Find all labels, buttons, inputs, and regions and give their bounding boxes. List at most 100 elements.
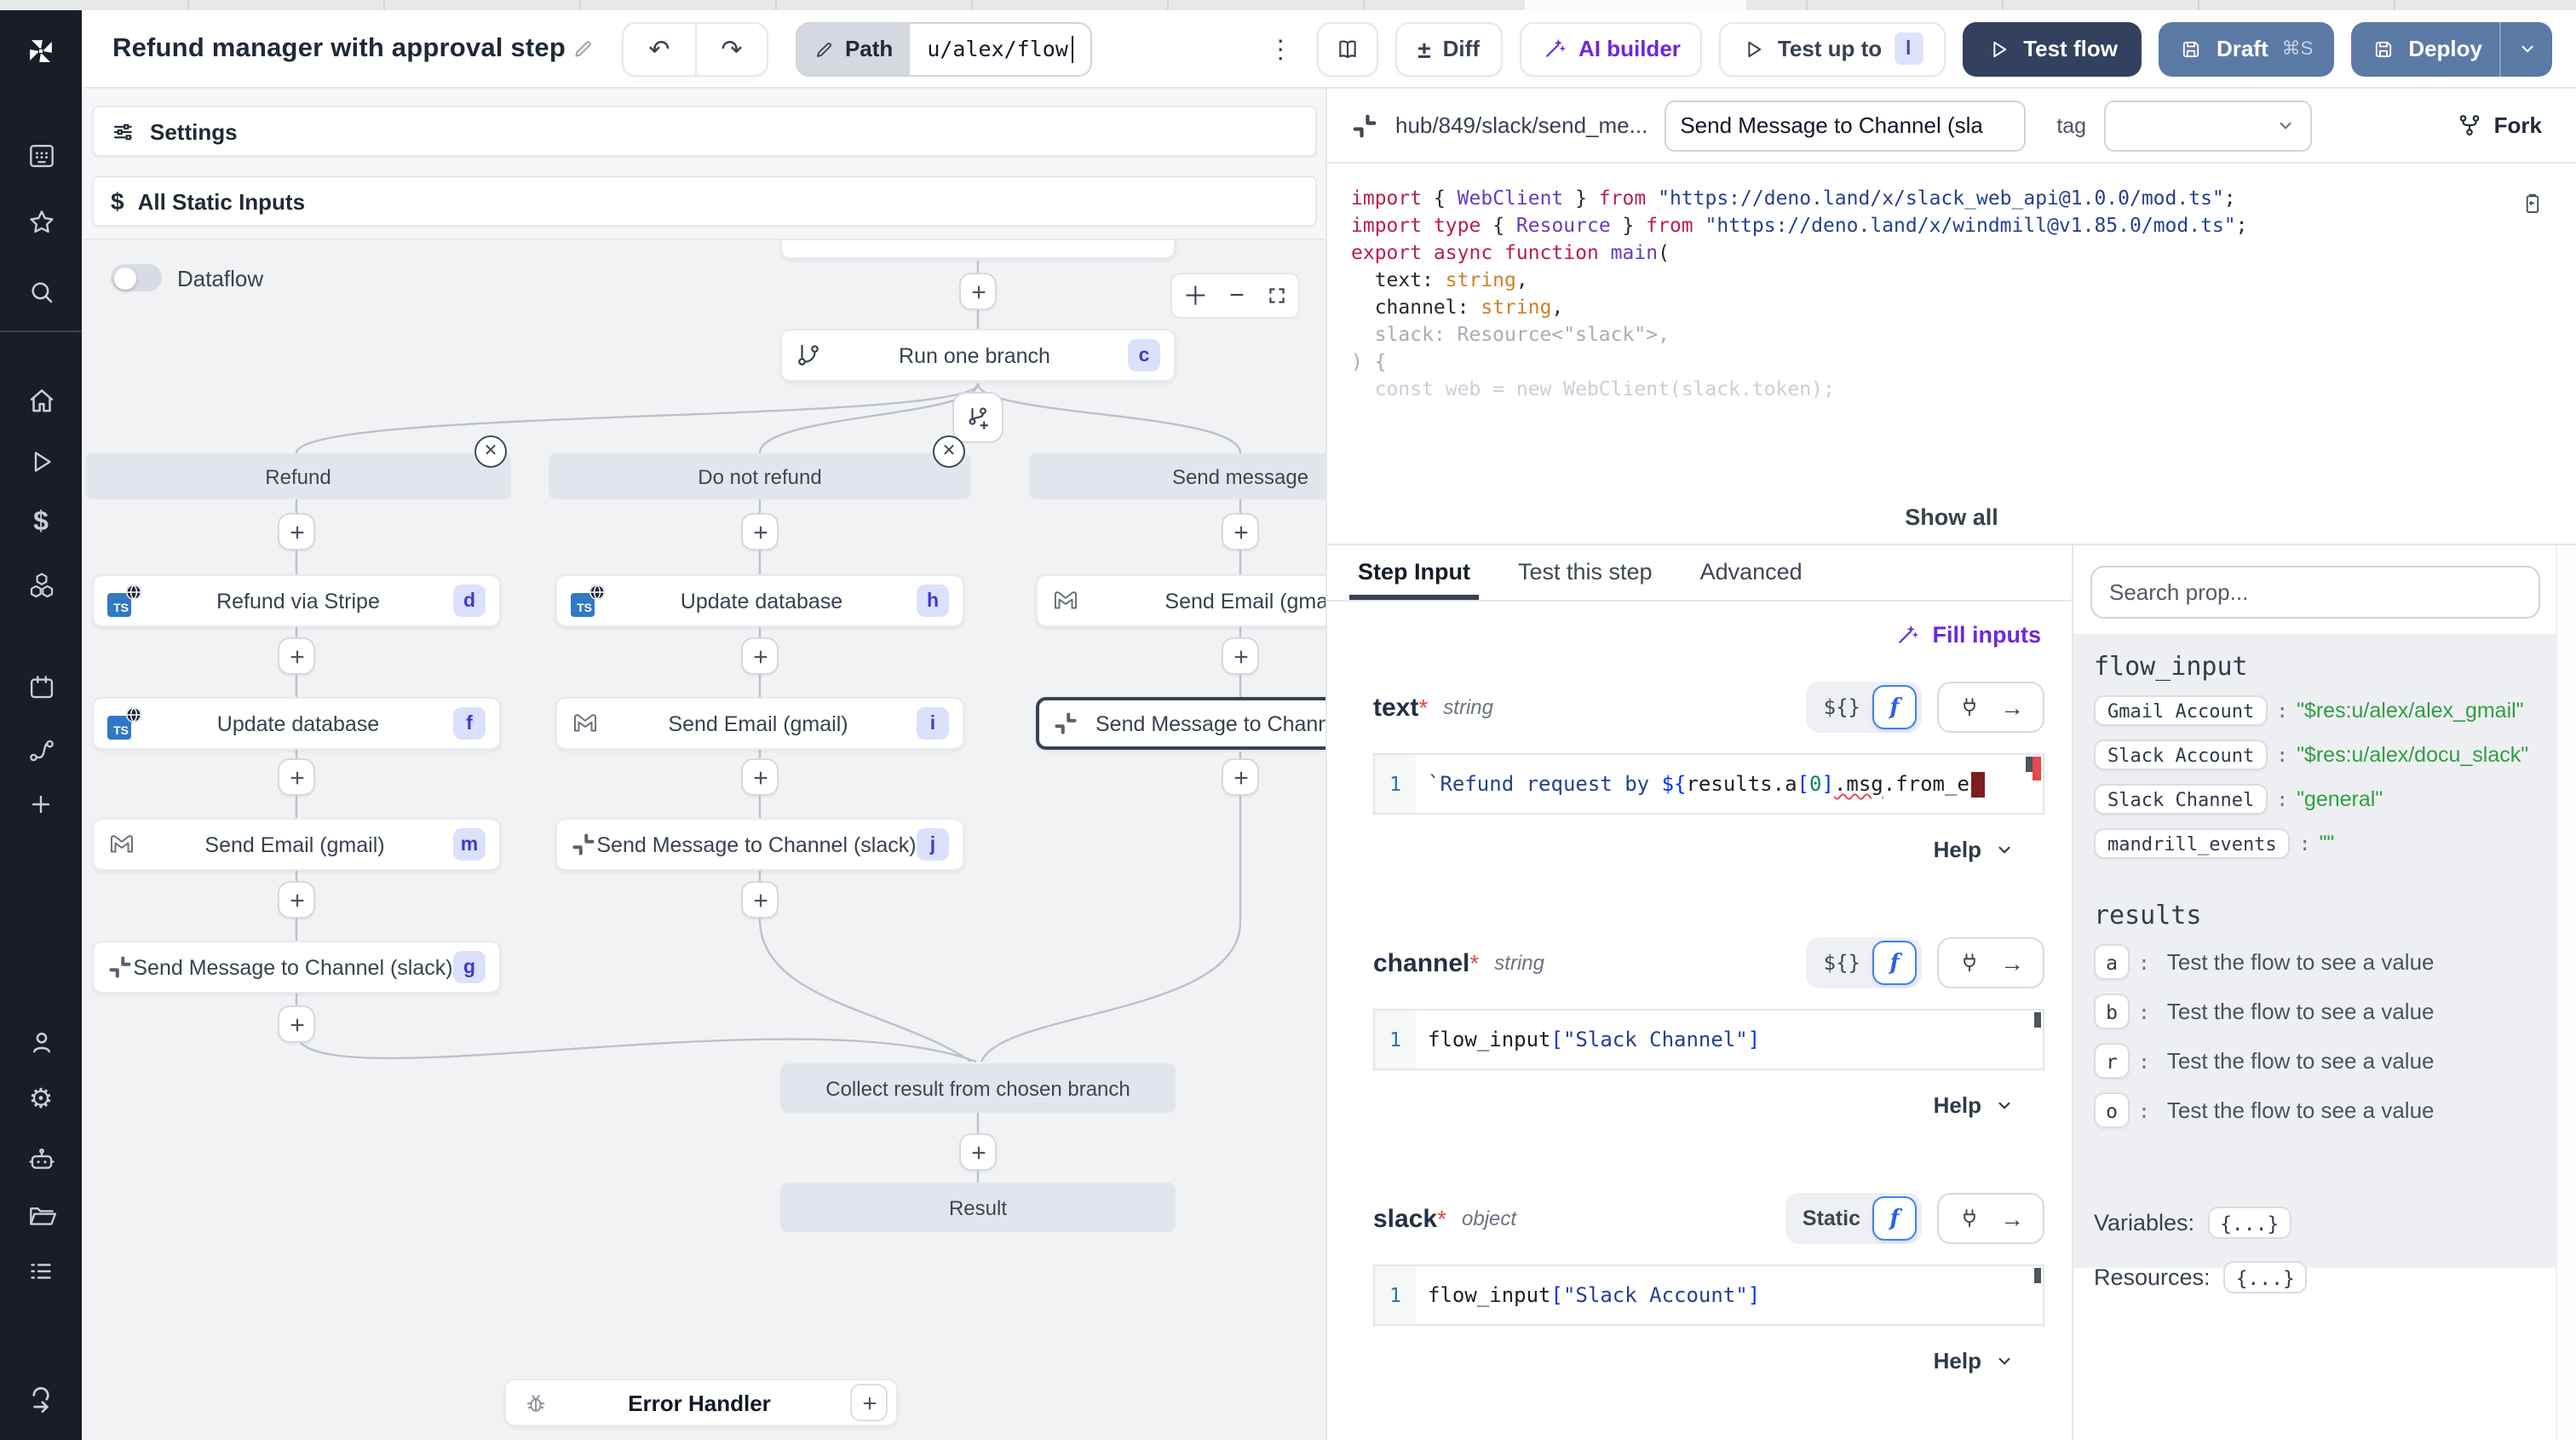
- step-node-send-email[interactable]: Send Email (gmail): [1036, 574, 1325, 627]
- fill-inputs-button[interactable]: Fill inputs: [1933, 622, 2042, 648]
- plug-icon[interactable]: [1958, 951, 1981, 975]
- fit-view-icon[interactable]: [1266, 285, 1288, 307]
- tab-step-input[interactable]: Step Input: [1358, 559, 1470, 600]
- step-node-send-slack-message-selected[interactable]: Send Message to Channel (slack: [1036, 697, 1325, 750]
- arrow-right-icon[interactable]: →: [2000, 949, 2024, 976]
- browser-active-tab[interactable]: [1525, 0, 1746, 10]
- logs-list-icon[interactable]: [22, 1253, 60, 1290]
- expression-mode-button[interactable]: f: [1872, 941, 1917, 985]
- runs-play-icon[interactable]: [22, 443, 60, 481]
- settings-gear-icon[interactable]: ⚙: [22, 1080, 60, 1118]
- flow-input-node[interactable]: [780, 239, 1176, 259]
- script-code-preview[interactable]: import { WebClient } from "https://deno.…: [1327, 164, 2576, 545]
- ai-robot-icon[interactable]: [22, 1140, 60, 1178]
- plug-icon[interactable]: [1958, 1207, 1981, 1230]
- add-error-handler-button[interactable]: [850, 1384, 888, 1421]
- browser-tab-strip[interactable]: [0, 0, 2576, 10]
- step-node-update-database[interactable]: TS Update database f: [92, 697, 501, 750]
- redo-button[interactable]: ↷: [695, 23, 767, 74]
- folder-icon[interactable]: [22, 1196, 60, 1234]
- tag-select[interactable]: [2103, 100, 2311, 151]
- prop-row[interactable]: mandrill_events :"": [2094, 828, 2535, 859]
- edit-title-pencil-icon[interactable]: [572, 37, 595, 60]
- docs-button[interactable]: [1317, 21, 1378, 76]
- expression-mode-button[interactable]: f: [1872, 1196, 1917, 1241]
- step-node-send-email[interactable]: Send Email (gmail) m: [92, 818, 501, 871]
- insert-step-button[interactable]: [278, 1005, 315, 1043]
- step-node-refund-via-stripe[interactable]: TS Refund via Stripe d: [92, 574, 501, 627]
- remove-branch-button[interactable]: ✕: [474, 435, 507, 468]
- branch-header-do-not-refund[interactable]: Do not refund: [549, 453, 971, 499]
- all-static-inputs-bar[interactable]: $ All Static Inputs: [92, 176, 1317, 227]
- more-options-kebab-icon[interactable]: ⋮: [1261, 33, 1300, 64]
- path-label[interactable]: Path: [797, 23, 910, 74]
- fork-button[interactable]: Fork: [2457, 112, 2542, 138]
- branch-header-refund[interactable]: Refund: [85, 453, 511, 499]
- error-handler-node[interactable]: Error Handler: [504, 1379, 898, 1426]
- resources-chip[interactable]: {...}: [2224, 1261, 2307, 1293]
- zoom-in-button[interactable]: ＋: [1182, 278, 1208, 314]
- test-up-to-button[interactable]: Test up to l: [1720, 21, 1945, 76]
- windmill-logo-icon[interactable]: [22, 32, 60, 70]
- dataflow-toggle[interactable]: [111, 264, 162, 291]
- draft-button[interactable]: Draft ⌘S: [2159, 21, 2333, 76]
- help-toggle[interactable]: Help: [1373, 1070, 2044, 1118]
- insert-step-button[interactable]: [959, 273, 997, 310]
- copy-code-icon[interactable]: [2520, 191, 2545, 216]
- plus-icon[interactable]: [22, 786, 60, 823]
- resources-row[interactable]: Resources: {...}: [2094, 1261, 2535, 1293]
- result-node[interactable]: Result: [780, 1183, 1176, 1232]
- flow-title[interactable]: Refund manager with approval step: [112, 33, 566, 64]
- path-input[interactable]: u/alex/flow: [910, 23, 1090, 74]
- help-arrow-icon[interactable]: [22, 1380, 60, 1418]
- tab-advanced[interactable]: Advanced: [1700, 559, 1803, 600]
- arrow-right-icon[interactable]: →: [2000, 1205, 2024, 1232]
- search-icon[interactable]: [22, 273, 60, 310]
- result-row[interactable]: a :Test the flow to see a value: [2094, 944, 2535, 980]
- insert-step-button[interactable]: [741, 881, 779, 919]
- input-mode-toggle[interactable]: ${} f: [1807, 937, 1922, 988]
- insert-step-button[interactable]: [278, 881, 315, 919]
- show-all-button[interactable]: Show all: [1327, 504, 2576, 530]
- schedules-calendar-icon[interactable]: [22, 668, 60, 706]
- insert-step-button[interactable]: [1222, 758, 1259, 796]
- input-mode-toggle[interactable]: ${} f: [1807, 682, 1922, 733]
- variables-row[interactable]: Variables: {...}: [2094, 1207, 2535, 1239]
- branch-header-send-message[interactable]: Send message: [1029, 453, 1325, 499]
- home-icon[interactable]: [22, 382, 60, 419]
- result-row[interactable]: b :Test the flow to see a value: [2094, 994, 2535, 1029]
- plug-icon[interactable]: [1958, 695, 1981, 719]
- prop-row[interactable]: Gmail Account :"$res:u/alex/alex_gmail": [2094, 695, 2535, 726]
- expression-mode-button[interactable]: f: [1872, 685, 1917, 729]
- insert-step-button[interactable]: [278, 637, 315, 675]
- ai-builder-button[interactable]: AI builder: [1519, 21, 1703, 76]
- add-branch-button[interactable]: [952, 392, 1003, 443]
- insert-step-button[interactable]: [741, 758, 779, 796]
- slack-expression-editor[interactable]: 1 flow_input["Slack Account"]: [1373, 1264, 2044, 1326]
- step-node-send-slack-message[interactable]: Send Message to Channel (slack) g: [92, 941, 501, 994]
- input-mode-toggle[interactable]: Static f: [1785, 1193, 1922, 1244]
- insert-step-button[interactable]: [741, 637, 779, 675]
- scrollbar-track[interactable]: [2556, 545, 2576, 1440]
- tab-test-this-step[interactable]: Test this step: [1518, 559, 1653, 600]
- remove-branch-button[interactable]: ✕: [933, 435, 965, 468]
- insert-step-button[interactable]: [959, 1133, 997, 1171]
- star-icon[interactable]: [22, 203, 60, 240]
- text-expression-editor[interactable]: 1 `Refund request by ${results.a[0].msg.…: [1373, 753, 2044, 815]
- help-toggle[interactable]: Help: [1373, 815, 2044, 862]
- step-name-input[interactable]: [1665, 100, 2026, 151]
- step-node-update-database[interactable]: TS Update database h: [555, 574, 964, 627]
- test-flow-button[interactable]: Test flow: [1962, 21, 2142, 76]
- arrow-right-icon[interactable]: →: [2000, 694, 2024, 721]
- insert-step-button[interactable]: [278, 513, 315, 550]
- deploy-button[interactable]: Deploy: [2350, 21, 2552, 76]
- route-icon[interactable]: [22, 731, 60, 769]
- deploy-dropdown-chevron[interactable]: [2499, 21, 2552, 76]
- help-toggle[interactable]: Help: [1373, 1326, 2044, 1374]
- collect-result-node[interactable]: Collect result from chosen branch: [780, 1063, 1176, 1113]
- channel-expression-editor[interactable]: 1 flow_input["Slack Channel"]: [1373, 1009, 2044, 1070]
- flow-settings-bar[interactable]: Settings: [92, 106, 1317, 157]
- diff-button[interactable]: ± Diff: [1395, 21, 1502, 76]
- step-node-send-slack-message[interactable]: Send Message to Channel (slack) j: [555, 818, 964, 871]
- insert-step-button[interactable]: [741, 513, 779, 550]
